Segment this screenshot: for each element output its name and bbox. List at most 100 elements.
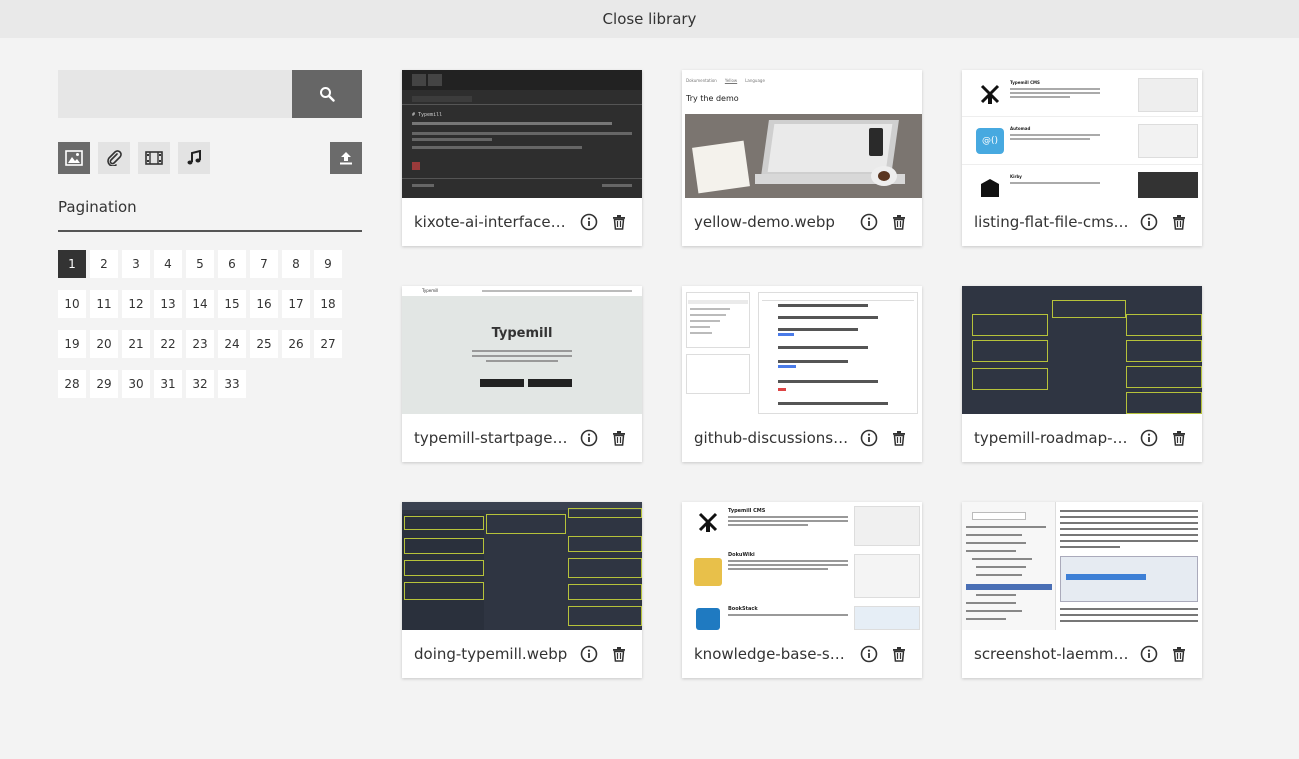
page-button[interactable]: 11 xyxy=(90,290,118,318)
media-thumbnail[interactable] xyxy=(962,502,1202,630)
media-thumbnail[interactable]: Typemill CMS DokuWiki BookStack xyxy=(682,502,922,630)
media-card[interactable]: typemill-roadmap-kanban.webp xyxy=(962,286,1202,462)
page-button[interactable]: 29 xyxy=(90,370,118,398)
page-button[interactable]: 13 xyxy=(154,290,182,318)
page-button[interactable]: 3 xyxy=(122,250,150,278)
page-button[interactable]: 16 xyxy=(250,290,278,318)
page-button[interactable]: 5 xyxy=(186,250,214,278)
thumb-list-title: BookStack xyxy=(728,606,758,612)
media-card[interactable]: doing-typemill.webp xyxy=(402,502,642,678)
page-button[interactable]: 6 xyxy=(218,250,246,278)
page-button[interactable]: 22 xyxy=(154,330,182,358)
media-card-footer: github-discussions.webp xyxy=(682,414,922,462)
info-button[interactable] xyxy=(858,427,880,449)
kirby-logo xyxy=(980,178,1000,198)
delete-button[interactable] xyxy=(608,643,630,665)
media-thumbnail[interactable] xyxy=(402,502,642,630)
media-thumbnail[interactable]: Typemill CMS @() Automad Kirby xyxy=(962,70,1202,198)
media-card[interactable]: Typemill CMS @() Automad Kirby listing-f… xyxy=(962,70,1202,246)
media-card[interactable]: screenshot-laemmle.webp xyxy=(962,502,1202,678)
info-button[interactable] xyxy=(1138,643,1160,665)
media-thumbnail[interactable] xyxy=(962,286,1202,414)
info-button[interactable] xyxy=(578,427,600,449)
delete-button[interactable] xyxy=(888,643,910,665)
page-button[interactable]: 15 xyxy=(218,290,246,318)
pagination-title: Pagination xyxy=(58,198,362,232)
file-name: github-discussions.webp xyxy=(694,429,850,447)
delete-button[interactable] xyxy=(1168,211,1190,233)
file-name: kixote-ai-interface.webp xyxy=(414,213,570,231)
page-button[interactable]: 30 xyxy=(122,370,150,398)
media-thumbnail[interactable]: Typemill Typemill xyxy=(402,286,642,414)
info-button[interactable] xyxy=(578,211,600,233)
delete-button[interactable] xyxy=(888,211,910,233)
search-input[interactable] xyxy=(58,70,292,118)
page-button[interactable]: 17 xyxy=(282,290,310,318)
page-button[interactable]: 25 xyxy=(250,330,278,358)
thumb-list-title: DokuWiki xyxy=(728,552,755,558)
file-name: doing-typemill.webp xyxy=(414,645,568,663)
page-button[interactable]: 9 xyxy=(314,250,342,278)
delete-button[interactable] xyxy=(608,427,630,449)
filter-videos[interactable] xyxy=(138,142,170,174)
trash-icon xyxy=(613,647,625,662)
media-card[interactable]: Typemill Typemill typemill-startpage.web… xyxy=(402,286,642,462)
page-button[interactable]: 24 xyxy=(218,330,246,358)
page-button[interactable]: 8 xyxy=(282,250,310,278)
trash-icon xyxy=(1173,431,1185,446)
close-library-button[interactable]: Close library xyxy=(603,10,697,28)
page-button[interactable]: 26 xyxy=(282,330,310,358)
page-button[interactable]: 23 xyxy=(186,330,214,358)
file-name: typemill-startpage.webp xyxy=(414,429,570,447)
media-thumbnail[interactable]: # Typemill xyxy=(402,70,642,198)
page-button[interactable]: 21 xyxy=(122,330,150,358)
delete-button[interactable] xyxy=(608,211,630,233)
trash-icon xyxy=(893,431,905,446)
upload-button[interactable] xyxy=(330,142,362,174)
page-button[interactable]: 7 xyxy=(250,250,278,278)
page-button[interactable]: 20 xyxy=(90,330,118,358)
media-thumbnail[interactable]: Dokumentation Yellow Language Try the de… xyxy=(682,70,922,198)
info-button[interactable] xyxy=(858,643,880,665)
thumb-code-heading: # Typemill xyxy=(412,112,443,118)
page-button[interactable]: 28 xyxy=(58,370,86,398)
page-button[interactable]: 27 xyxy=(314,330,342,358)
filter-images[interactable] xyxy=(58,142,90,174)
media-card[interactable]: Typemill CMS DokuWiki BookStack knowledg… xyxy=(682,502,922,678)
delete-button[interactable] xyxy=(1168,427,1190,449)
delete-button[interactable] xyxy=(888,427,910,449)
page-button[interactable]: 14 xyxy=(186,290,214,318)
media-card-footer: screenshot-laemmle.webp xyxy=(962,630,1202,678)
page-button[interactable]: 31 xyxy=(154,370,182,398)
page-button[interactable]: 32 xyxy=(186,370,214,398)
page-button[interactable]: 1 xyxy=(58,250,86,278)
page-button[interactable]: 18 xyxy=(314,290,342,318)
info-icon xyxy=(860,429,878,447)
info-button[interactable] xyxy=(1138,427,1160,449)
file-name: listing-flat-file-cms.webp xyxy=(974,213,1130,231)
page-button[interactable]: 2 xyxy=(90,250,118,278)
delete-button[interactable] xyxy=(1168,643,1190,665)
library-sidebar: Pagination 1 2 3 4 5 6 7 8 9 10 11 12 13 14 15 16 17 18 19… xyxy=(58,70,362,398)
media-card[interactable]: Dokumentation Yellow Language Try the de… xyxy=(682,70,922,246)
media-card-footer: yellow-demo.webp xyxy=(682,198,922,246)
media-thumbnail[interactable] xyxy=(682,286,922,414)
info-button[interactable] xyxy=(1138,211,1160,233)
info-button[interactable] xyxy=(858,211,880,233)
page-button[interactable]: 4 xyxy=(154,250,182,278)
bookstack-logo xyxy=(696,608,720,630)
filter-attachments[interactable] xyxy=(98,142,130,174)
thumb-list-title: Kirby xyxy=(1010,174,1022,179)
page-button[interactable]: 10 xyxy=(58,290,86,318)
media-card[interactable]: # Typemill kixote-ai-interface.webp xyxy=(402,70,642,246)
page-button[interactable]: 19 xyxy=(58,330,86,358)
page-button[interactable]: 33 xyxy=(218,370,246,398)
filter-audio[interactable] xyxy=(178,142,210,174)
info-icon xyxy=(860,645,878,663)
thumb-nav-item: Yellow xyxy=(724,78,738,83)
trash-icon xyxy=(613,215,625,230)
page-button[interactable]: 12 xyxy=(122,290,150,318)
search-button[interactable] xyxy=(292,70,362,118)
info-button[interactable] xyxy=(578,643,600,665)
media-card[interactable]: github-discussions.webp xyxy=(682,286,922,462)
